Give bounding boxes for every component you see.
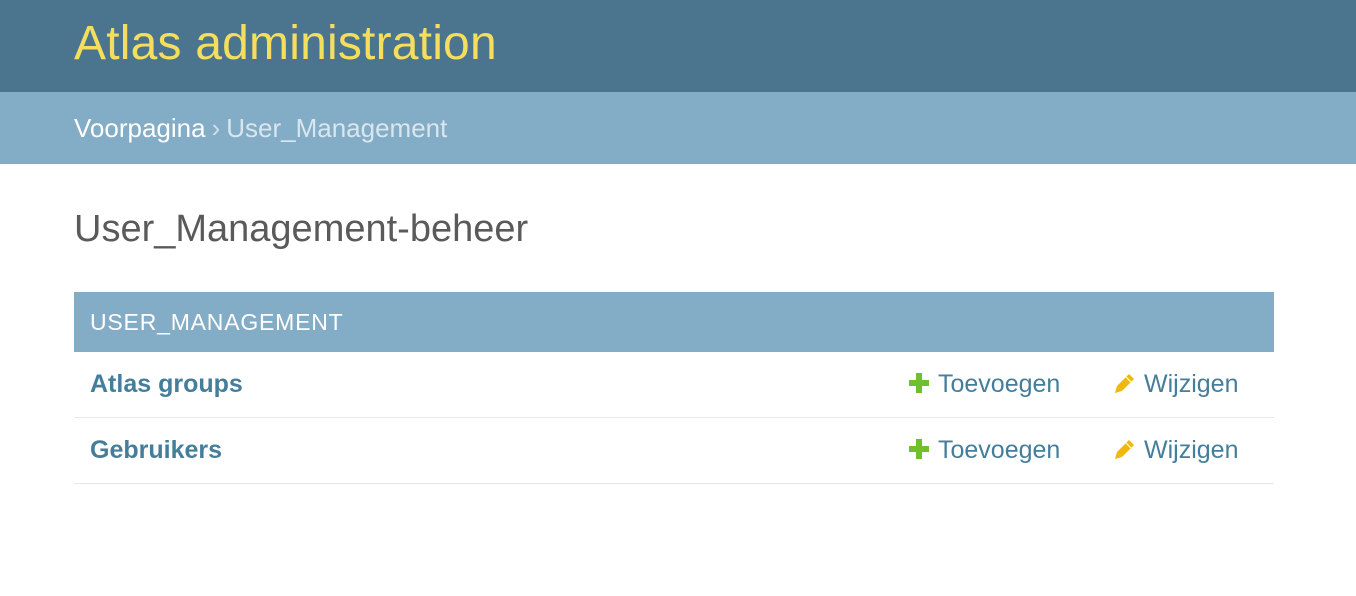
- add-label: Toevoegen: [938, 436, 1061, 464]
- breadcrumb-trail: Voorpagina › User_Management: [74, 112, 447, 144]
- breadcrumb: Voorpagina › User_Management: [0, 92, 1356, 164]
- breadcrumb-home-link[interactable]: Voorpagina: [74, 113, 206, 143]
- model-row-atlas-groups: Atlas groups Toevoegen Wijzigen: [74, 352, 1274, 418]
- change-gebruikers-link[interactable]: Wijzigen: [1114, 434, 1238, 466]
- breadcrumb-separator: ›: [211, 113, 221, 143]
- plus-icon: [908, 372, 930, 394]
- change-label: Wijzigen: [1144, 436, 1239, 464]
- pencil-icon: [1114, 438, 1136, 460]
- site-branding-title[interactable]: Atlas administration: [74, 14, 497, 74]
- change-atlas-groups-link[interactable]: Wijzigen: [1114, 368, 1238, 400]
- model-link-atlas-groups[interactable]: Atlas groups: [90, 368, 243, 400]
- add-atlas-groups-link[interactable]: Toevoegen: [908, 368, 1060, 400]
- header: Atlas administration: [0, 0, 1356, 92]
- model-link-gebruikers[interactable]: Gebruikers: [90, 434, 222, 466]
- module-caption[interactable]: USER_MANAGEMENT: [74, 292, 1274, 352]
- pencil-icon: [1114, 372, 1136, 394]
- breadcrumb-current: User_Management: [226, 113, 448, 143]
- page-title: User_Management-beheer: [74, 208, 529, 250]
- model-row-gebruikers: Gebruikers Toevoegen Wijzigen: [74, 418, 1274, 484]
- plus-icon: [908, 438, 930, 460]
- app-module-user-management: USER_MANAGEMENT Atlas groups Toevoegen W…: [74, 292, 1274, 484]
- change-label: Wijzigen: [1144, 370, 1239, 398]
- add-gebruikers-link[interactable]: Toevoegen: [908, 434, 1060, 466]
- add-label: Toevoegen: [938, 370, 1061, 398]
